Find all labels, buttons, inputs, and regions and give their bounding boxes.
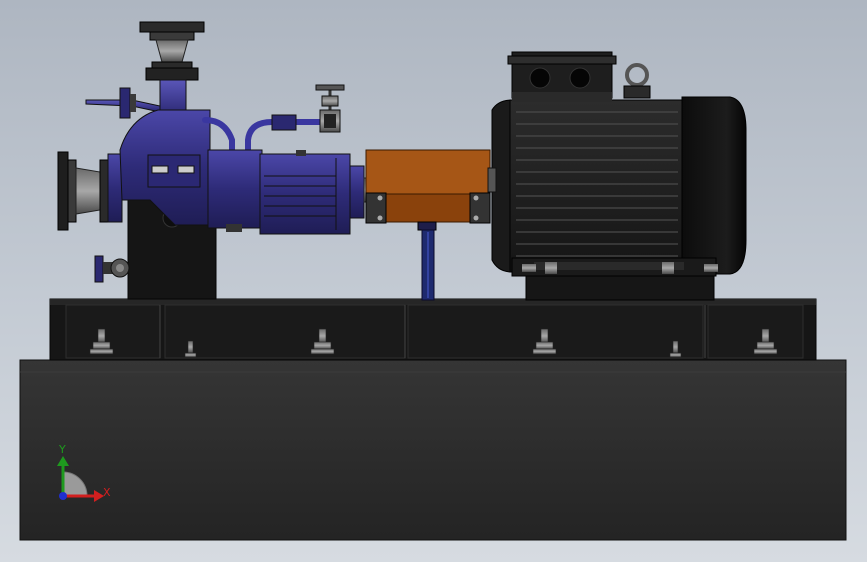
motor-terminal-box[interactable] (507, 51, 617, 102)
cad-viewport[interactable]: Y X (0, 0, 867, 562)
axis-y-label: Y (59, 443, 66, 456)
suction-flange[interactable] (57, 151, 123, 231)
axis-x-label: X (103, 486, 111, 499)
pump-assembly-model[interactable] (0, 0, 867, 562)
needle-valve[interactable] (315, 84, 345, 133)
bearing-frame[interactable] (207, 149, 365, 235)
drain-valve[interactable] (94, 255, 130, 283)
base-frame[interactable] (49, 298, 817, 361)
z-axis-dot (59, 492, 67, 500)
coupling-guard[interactable] (365, 149, 491, 224)
guard-support (417, 221, 437, 301)
concrete-foundation[interactable] (19, 359, 847, 541)
electric-motor[interactable] (487, 96, 747, 301)
lifting-eye (623, 63, 651, 99)
